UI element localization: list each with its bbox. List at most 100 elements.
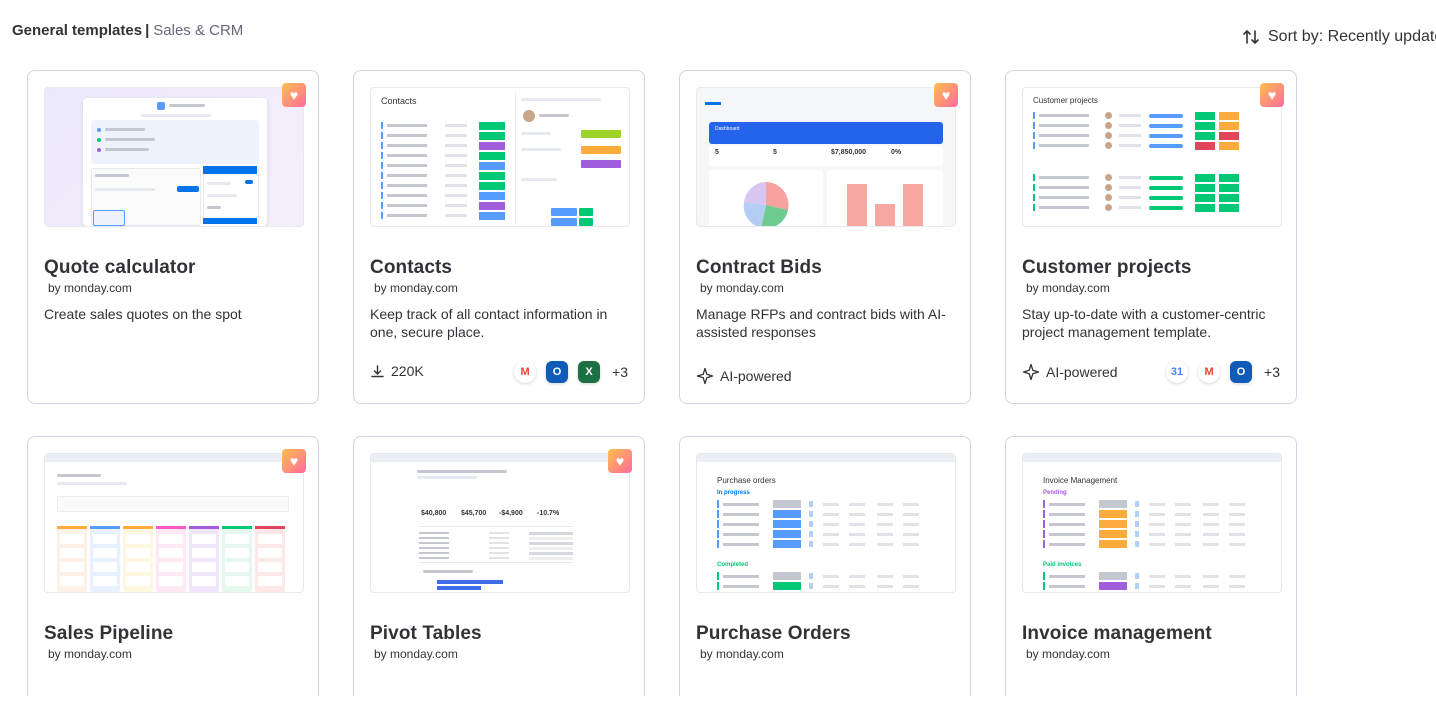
thumb-decoration [1149,186,1183,190]
thumb-decoration [1043,530,1045,538]
thumb-decoration [1039,144,1089,147]
gmail-icon: M [1198,361,1221,383]
thumb-decoration [1175,585,1191,588]
sort-button[interactable]: Sort by: Recently updated [1242,26,1436,48]
outlook-icon: O [1230,361,1253,383]
template-title[interactable]: Contacts [370,257,452,279]
template-card-purchase-orders[interactable]: Purchase orders In progress Completed Pu… [679,436,971,696]
thumb-decoration [189,526,219,529]
thumb-decoration [93,576,117,586]
thumb-decoration [1149,543,1165,546]
template-card-sales-pipeline[interactable]: ♥ Sales Pipeline by monday.com [27,436,319,696]
template-title[interactable]: Invoice management [1022,623,1212,645]
thumb-decoration [1099,582,1127,590]
thumb-decoration [1149,513,1165,516]
thumb-decoration [823,543,839,546]
thumb-decoration [849,533,865,536]
thumb-decoration [381,202,383,209]
thumb-decoration [381,152,383,159]
template-title[interactable]: Purchase Orders [696,623,851,645]
heart-icon[interactable]: ♥ [1260,83,1284,107]
heart-icon[interactable]: ♥ [934,83,958,107]
template-title[interactable]: Sales Pipeline [44,623,173,645]
thumb-decoration [445,194,467,197]
template-title[interactable]: Quote calculator [44,257,196,279]
heart-icon[interactable]: ♥ [282,449,306,473]
sparkle-icon [1022,363,1040,381]
thumb-decoration [1043,582,1045,590]
thumb-decoration [387,174,427,177]
download-count: 220K [370,363,424,379]
thumb-decoration [1105,184,1112,191]
thumb-decoration [479,202,505,210]
thumb-decoration [877,523,893,526]
thumb-decoration [773,500,801,508]
template-author: by monday.com [374,647,458,661]
thumb-decoration [717,582,719,590]
thumb-decoration [1219,132,1239,140]
template-thumbnail: Dashboard 5 5 $7,850,000 0% [696,87,956,227]
thumb-stat: 0% [891,149,902,156]
template-card-quote-calculator[interactable]: ♥ Quote calculator by monday.com Create … [27,70,319,404]
template-title[interactable]: Contract Bids [696,257,822,279]
thumb-decoration [1229,585,1245,588]
template-author: by monday.com [1026,281,1110,295]
thumb-decoration [126,562,150,572]
thumb-heading: Invoice Management [1043,476,1118,485]
thumb-decoration [1195,174,1215,182]
thumb-decoration [1033,132,1035,139]
thumb-decoration [489,532,509,534]
thumb-decoration [1149,523,1165,526]
thumb-decoration [258,534,282,544]
template-title[interactable]: Customer projects [1022,257,1192,279]
thumb-decoration [1149,533,1165,536]
thumb-decoration [823,503,839,506]
thumb-decoration [1203,533,1219,536]
thumb-decoration [1175,543,1191,546]
template-thumbnail: Customer projects [1022,87,1282,227]
thumb-decoration [479,172,505,180]
thumb-decoration [1195,112,1215,120]
thumb-decoration [723,543,759,546]
thumb-decoration [903,543,919,546]
thumb-decoration [1033,142,1035,149]
thumb-decoration [1105,204,1112,211]
thumb-decoration [159,548,183,558]
thumb-decoration [381,162,383,169]
thumb-decoration [192,562,216,572]
thumb-decoration [1149,144,1183,148]
thumb-decoration [1033,122,1035,129]
ai-badge: AI-powered [1022,363,1118,381]
template-title[interactable]: Pivot Tables [370,623,482,645]
thumb-decoration [1229,523,1245,526]
thumb-decoration [387,134,427,137]
template-card-contract-bids[interactable]: Dashboard 5 5 $7,850,000 0% ♥ Contract B… [679,70,971,404]
template-thumbnail: Invoice Management Pending Paid invoices [1022,453,1282,593]
thumb-decoration [90,526,120,529]
thumb-decoration [1119,114,1141,117]
thumb-stat: $40,800 [421,510,447,517]
template-card-contacts[interactable]: Contacts Contacts by monday.com Keep tra… [353,70,645,404]
template-card-invoice-management[interactable]: Invoice Management Pending Paid invoices… [1005,436,1297,696]
thumb-decoration [1119,196,1141,199]
thumb-decoration [419,552,449,554]
thumb-decoration [723,585,759,588]
thumb-decoration [419,547,449,549]
thumb-decoration [1219,142,1239,150]
thumb-decoration [529,557,573,560]
thumb-decoration [489,542,509,544]
thumb-decoration [1119,186,1141,189]
thumb-decoration [903,513,919,516]
thumb-decoration [809,521,813,527]
thumb-decoration [445,144,467,147]
thumb-decoration [156,526,186,529]
thumb-decoration [1099,572,1127,580]
heart-icon[interactable]: ♥ [608,449,632,473]
thumb-decoration [60,576,84,586]
heart-icon[interactable]: ♥ [282,83,306,107]
template-card-customer-projects[interactable]: Customer projects ♥ Customer projects by… [1005,70,1297,404]
thumb-decoration [479,182,505,190]
template-card-pivot-tables[interactable]: $40,800 $45,700 -$4,900 -10.7% ♥ Pivot T… [353,436,645,696]
breadcrumb-general[interactable]: General templates [12,22,142,39]
thumb-decoration [1099,520,1127,528]
